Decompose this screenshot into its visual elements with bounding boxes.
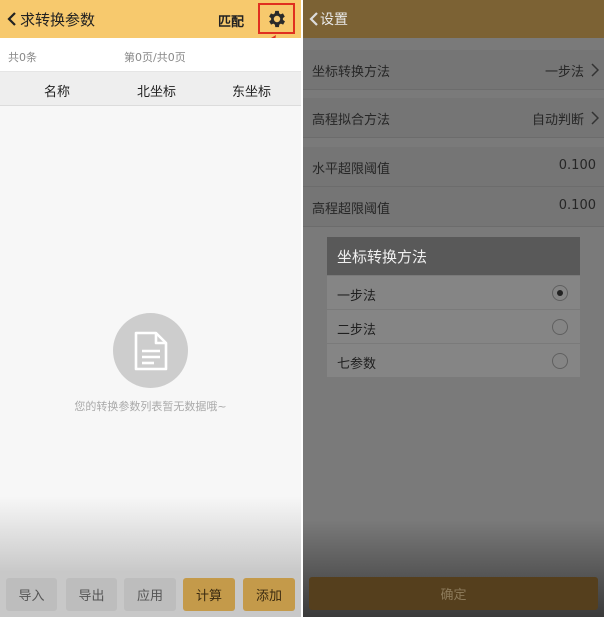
- pagination-label: 第0页/共0页: [124, 51, 186, 64]
- add-button[interactable]: 添加: [243, 578, 295, 611]
- radio-selected-icon[interactable]: [552, 285, 568, 301]
- chevron-right-icon: [591, 111, 599, 125]
- radio-unselected-icon[interactable]: [552, 319, 568, 335]
- settings-title: 设置: [320, 12, 348, 28]
- option-two-step[interactable]: 二步法: [327, 309, 580, 343]
- chevron-left-icon[interactable]: [4, 10, 20, 28]
- setting-value: 一步法: [544, 65, 584, 80]
- radio-unselected-icon[interactable]: [552, 353, 568, 369]
- setting-transform-method[interactable]: 坐标转换方法 一步法: [303, 50, 604, 90]
- setting-label: 高程拟合方法: [312, 113, 391, 128]
- gear-icon: [268, 10, 285, 27]
- setting-label: 水平超限阈值: [312, 162, 391, 177]
- empty-list-area: 您的转换参数列表暂无数据哦~: [0, 106, 301, 571]
- column-east: 东坐标: [232, 85, 272, 100]
- confirm-button[interactable]: 确定: [309, 577, 598, 610]
- settings-button[interactable]: [258, 3, 295, 34]
- option-label: 一步法: [337, 289, 377, 304]
- chevron-left-icon[interactable]: [307, 10, 321, 28]
- setting-value: 0.100: [558, 198, 596, 213]
- document-icon: [134, 331, 167, 370]
- setting-elevation-threshold[interactable]: 高程超限阈值 0.100: [303, 187, 604, 227]
- apply-button[interactable]: 应用: [124, 578, 176, 611]
- setting-value: 自动判断: [531, 113, 584, 128]
- chevron-right-icon: [591, 63, 599, 77]
- settings-screen: 设置 坐标转换方法 一步法 高程拟合方法 自动判断 水平超限阈值 0.100 高…: [303, 0, 604, 617]
- option-label: 七参数: [337, 357, 377, 372]
- empty-state-icon: [113, 313, 188, 388]
- bottom-toolbar: 导入 导出 应用 计算 添加: [0, 571, 301, 617]
- setting-horizontal-threshold[interactable]: 水平超限阈值 0.100: [303, 147, 604, 187]
- setting-elevation-fit-method[interactable]: 高程拟合方法 自动判断: [303, 98, 604, 138]
- column-north: 北坐标: [137, 85, 177, 100]
- match-button[interactable]: 匹配: [218, 11, 244, 30]
- list-info-bar: 共0条 第0页/共0页: [0, 38, 301, 72]
- option-one-step[interactable]: 一步法: [327, 275, 580, 309]
- setting-value: 0.100: [558, 158, 596, 173]
- right-header: 设置: [303, 0, 604, 38]
- import-button[interactable]: 导入: [6, 578, 57, 611]
- setting-label: 坐标转换方法: [312, 65, 391, 80]
- export-button[interactable]: 导出: [66, 578, 117, 611]
- table-header: 名称 北坐标 东坐标: [0, 72, 301, 106]
- option-label: 二步法: [337, 323, 377, 338]
- page-title: 求转换参数: [20, 11, 96, 29]
- setting-label: 高程超限阈值: [312, 202, 391, 217]
- empty-state-message: 您的转换参数列表暂无数据哦~: [74, 400, 227, 413]
- calculate-button[interactable]: 计算: [183, 578, 235, 611]
- option-seven-param[interactable]: 七参数: [327, 343, 580, 377]
- total-count: 共0条: [8, 51, 37, 64]
- dialog-title: 坐标转换方法: [327, 237, 580, 275]
- column-name: 名称: [44, 85, 71, 100]
- transform-params-screen: 求转换参数 匹配 共0条 第0页/共0页 名称 北坐标 东坐标 您的转换参数列表…: [0, 0, 301, 617]
- transform-method-dialog: 坐标转换方法 一步法 二步法 七参数: [327, 237, 580, 377]
- dialog-title-text: 坐标转换方法: [337, 248, 428, 266]
